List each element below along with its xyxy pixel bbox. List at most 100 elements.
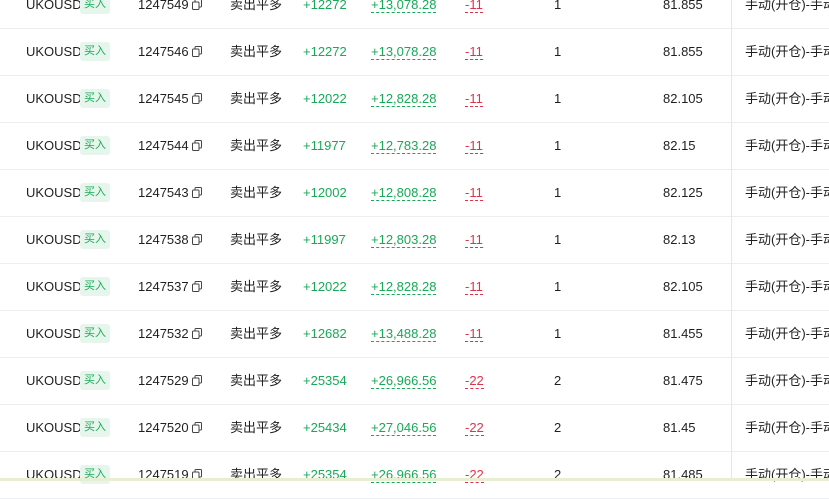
action-cell: 卖出平多 [230, 138, 283, 153]
swap-cell[interactable]: -11 [465, 0, 483, 28]
profit-value[interactable]: +13,078.28 [371, 0, 437, 13]
swap-cell[interactable]: -11 [465, 263, 483, 310]
swap-value[interactable]: -22 [465, 421, 484, 436]
profit-cell[interactable]: +26,966.56 [371, 451, 437, 498]
profit-cell[interactable]: +12,828.28 [371, 75, 437, 122]
profit-value[interactable]: +12,828.28 [371, 280, 437, 295]
comment-cell: 手动(开仓)-手动( [745, 138, 829, 153]
swap-cell[interactable]: -11 [465, 75, 483, 122]
copy-icon[interactable] [192, 140, 202, 151]
copy-icon[interactable] [192, 375, 202, 386]
lots-cell: 1 [554, 185, 562, 200]
profit-value[interactable]: +26,966.56 [371, 374, 437, 389]
copy-icon[interactable] [192, 187, 202, 198]
lots-cell: 1 [554, 0, 562, 12]
swap-value[interactable]: -11 [465, 92, 483, 107]
swap-value[interactable]: -11 [465, 0, 483, 13]
side-badge: 买入 [80, 42, 110, 61]
price-cell: 82.125 [663, 185, 703, 200]
side-badge: 买入 [80, 418, 110, 437]
lots-cell: 1 [554, 326, 562, 341]
comment-cell: 手动(开仓)-手动( [745, 185, 829, 200]
table-row: UKOUSD 买入 1247546 卖出平多 +12272 +13,078.28… [0, 28, 829, 76]
profit-value[interactable]: +27,046.56 [371, 421, 437, 436]
swap-cell[interactable]: -11 [465, 122, 483, 169]
price-cell: 81.855 [663, 44, 703, 59]
lots-cell: 1 [554, 91, 562, 106]
swap-cell[interactable]: -22 [465, 451, 484, 498]
profit-cell[interactable]: +26,966.56 [371, 357, 437, 404]
action-cell: 卖出平多 [230, 279, 283, 294]
order-id: 1247543 [138, 185, 189, 200]
order-id: 1247544 [138, 138, 189, 153]
copy-icon[interactable] [192, 422, 202, 433]
order-id: 1247546 [138, 44, 189, 59]
symbol-cell: UKOUSD [26, 232, 82, 247]
symbol-cell: UKOUSD [26, 138, 82, 153]
profit-value[interactable]: +12,803.28 [371, 233, 437, 248]
copy-icon[interactable] [192, 328, 202, 339]
action-cell: 卖出平多 [230, 420, 283, 435]
symbol-cell: UKOUSD [26, 279, 82, 294]
table-row: UKOUSD 买入 1247537 卖出平多 +12022 +12,828.28… [0, 263, 829, 311]
profit-cell[interactable]: +12,808.28 [371, 169, 437, 216]
profit-value[interactable]: +12,783.28 [371, 139, 437, 154]
profit-cell[interactable]: +12,828.28 [371, 263, 437, 310]
table-row: UKOUSD 买入 1247538 卖出平多 +11997 +12,803.28… [0, 216, 829, 264]
profit-cell[interactable]: +27,046.56 [371, 404, 437, 451]
swap-value[interactable]: -11 [465, 139, 483, 154]
price-cell: 82.105 [663, 279, 703, 294]
points-cell: +12272 [303, 0, 347, 12]
swap-cell[interactable]: -11 [465, 28, 483, 75]
side-badge: 买入 [80, 89, 110, 108]
copy-icon[interactable] [192, 93, 202, 104]
price-cell: 82.15 [663, 138, 696, 153]
profit-cell[interactable]: +12,803.28 [371, 216, 437, 263]
symbol-cell: UKOUSD [26, 326, 82, 341]
comment-cell: 手动(开仓)-手动( [745, 0, 829, 12]
profit-value[interactable]: +13,488.28 [371, 327, 437, 342]
swap-cell[interactable]: -11 [465, 169, 483, 216]
profit-cell[interactable]: +13,078.28 [371, 28, 437, 75]
copy-icon[interactable] [192, 281, 202, 292]
copy-icon[interactable] [192, 0, 202, 10]
fixed-column-divider [731, 0, 732, 481]
price-cell: 81.45 [663, 420, 696, 435]
copy-icon[interactable] [192, 46, 202, 57]
order-id: 1247537 [138, 279, 189, 294]
profit-value[interactable]: +12,828.28 [371, 92, 437, 107]
action-cell: 卖出平多 [230, 91, 283, 106]
action-cell: 卖出平多 [230, 44, 283, 59]
profit-value[interactable]: +13,078.28 [371, 45, 437, 60]
table-row: UKOUSD 买入 1247545 卖出平多 +12022 +12,828.28… [0, 75, 829, 123]
profit-cell[interactable]: +12,783.28 [371, 122, 437, 169]
order-id: 1247519 [138, 467, 189, 482]
profit-cell[interactable]: +13,078.28 [371, 0, 437, 28]
swap-cell[interactable]: -22 [465, 404, 484, 451]
order-id: 1247529 [138, 373, 189, 388]
points-cell: +12022 [303, 91, 347, 106]
copy-icon[interactable] [192, 234, 202, 245]
swap-value[interactable]: -11 [465, 327, 483, 342]
swap-value[interactable]: -22 [465, 374, 484, 389]
trade-history-table: UKOUSD 买入 1247549 卖出平多 +12272 +13,078.28… [0, 0, 829, 499]
profit-cell[interactable]: +13,488.28 [371, 310, 437, 357]
swap-value[interactable]: -11 [465, 186, 483, 201]
order-id: 1247545 [138, 91, 189, 106]
points-cell: +25354 [303, 373, 347, 388]
swap-cell[interactable]: -22 [465, 357, 484, 404]
price-cell: 81.485 [663, 467, 703, 482]
swap-value[interactable]: -11 [465, 233, 483, 248]
points-cell: +12682 [303, 326, 347, 341]
swap-value[interactable]: -11 [465, 280, 483, 295]
points-cell: +11997 [303, 232, 346, 247]
swap-cell[interactable]: -11 [465, 216, 483, 263]
swap-cell[interactable]: -11 [465, 310, 483, 357]
action-cell: 卖出平多 [230, 373, 283, 388]
lots-cell: 2 [554, 420, 562, 435]
side-badge: 买入 [80, 324, 110, 343]
action-cell: 卖出平多 [230, 232, 283, 247]
swap-value[interactable]: -11 [465, 45, 483, 60]
table-row: UKOUSD 买入 1247543 卖出平多 +12002 +12,808.28… [0, 169, 829, 217]
profit-value[interactable]: +12,808.28 [371, 186, 437, 201]
